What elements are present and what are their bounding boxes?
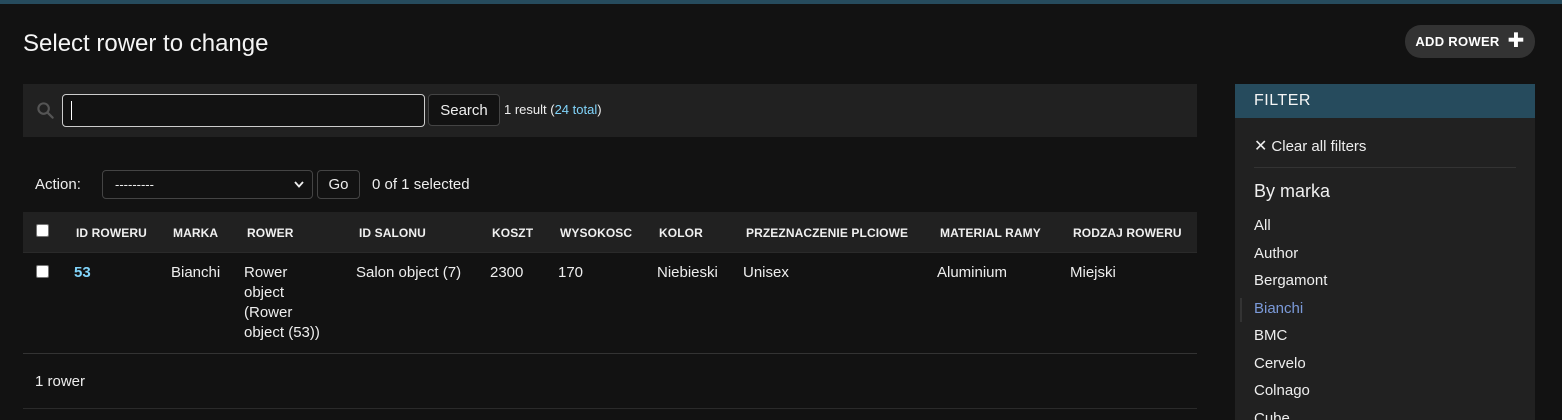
filter-option-cervelo[interactable]: Cervelo bbox=[1254, 354, 1327, 382]
add-rower-button[interactable]: ADD ROWER ✚ bbox=[1405, 25, 1535, 58]
action-label: Action: bbox=[35, 176, 81, 193]
add-rower-label: ADD ROWER bbox=[1415, 34, 1500, 49]
filter-option-bergamont[interactable]: Bergamont bbox=[1254, 271, 1327, 299]
row-id-link[interactable]: 53 bbox=[74, 263, 91, 283]
cell-przeznaczenie: Unisex bbox=[743, 264, 789, 281]
search-button[interactable]: Search bbox=[428, 94, 500, 126]
filter-option-all[interactable]: All bbox=[1254, 216, 1327, 244]
filter-option-cube[interactable]: Cube bbox=[1254, 409, 1327, 420]
column-header-material-ramy[interactable]: MATERIAL RAMY bbox=[940, 226, 1041, 240]
column-header-wysokosc[interactable]: WYSOKOSC bbox=[560, 226, 632, 240]
page-title: Select rower to change bbox=[23, 30, 269, 57]
search-toolbar: Search 1 result (24 total) bbox=[23, 84, 1197, 137]
column-header-id-roweru[interactable]: ID ROWERU bbox=[76, 226, 147, 240]
active-filter-marker bbox=[1240, 298, 1242, 322]
result-count: 1 rower bbox=[35, 373, 86, 390]
search-result-summary: 1 result (24 total) bbox=[504, 102, 602, 117]
close-icon: ✕ bbox=[1254, 138, 1268, 155]
column-header-rodzaj-roweru[interactable]: RODZAJ ROWERU bbox=[1073, 226, 1182, 240]
table-row: 53 Bianchi Rower object (Rower object (5… bbox=[23, 253, 1197, 354]
cell-kolor: Niebieski bbox=[657, 264, 718, 281]
column-header-id-salonu[interactable]: ID SALONU bbox=[359, 226, 426, 240]
column-header-przeznaczenie[interactable]: PRZEZNACZENIE PLCIOWE bbox=[746, 226, 908, 240]
filter-section-title: By marka bbox=[1254, 181, 1331, 201]
go-button[interactable]: Go bbox=[317, 170, 360, 199]
column-header-rower[interactable]: ROWER bbox=[247, 226, 294, 240]
divider bbox=[23, 408, 1197, 409]
filter-sidebar: FILTER ✕ Clear all filters By marka All … bbox=[1235, 84, 1535, 420]
cell-koszt: 2300 bbox=[490, 264, 524, 281]
show-all-link[interactable]: 24 total bbox=[555, 102, 598, 117]
column-header-kolor[interactable]: KOLOR bbox=[659, 226, 703, 240]
search-input[interactable] bbox=[62, 94, 425, 127]
filter-header: FILTER bbox=[1235, 84, 1535, 118]
row-checkbox[interactable] bbox=[36, 265, 49, 278]
select-all-checkbox[interactable] bbox=[36, 224, 49, 237]
selected-count: 0 of 1 selected bbox=[372, 176, 470, 193]
plus-icon: ✚ bbox=[1507, 29, 1525, 52]
cell-wysokosc: 170 bbox=[558, 264, 584, 281]
table-header: ID ROWERU MARKA ROWER ID SALONU KOSZT WY… bbox=[23, 212, 1197, 253]
filter-option-bmc[interactable]: BMC bbox=[1254, 326, 1327, 354]
clear-filters-link[interactable]: ✕ Clear all filters bbox=[1254, 136, 1366, 156]
column-header-koszt[interactable]: KOSZT bbox=[492, 226, 533, 240]
action-select-value: --------- bbox=[115, 177, 154, 192]
filter-options: All Author Bergamont Bianchi BMC Cervelo… bbox=[1254, 216, 1327, 420]
cell-rower: Rower object (Rower object (53)) bbox=[244, 264, 320, 341]
divider bbox=[1254, 167, 1516, 168]
chevron-down-icon bbox=[294, 181, 304, 188]
filter-option-bianchi[interactable]: Bianchi bbox=[1254, 299, 1327, 327]
clear-filters-label: Clear all filters bbox=[1271, 137, 1367, 155]
top-accent-bar bbox=[0, 0, 1562, 4]
cell-id-salonu: Salon object (7) bbox=[356, 264, 462, 281]
action-select[interactable]: --------- bbox=[102, 170, 313, 199]
filter-option-author[interactable]: Author bbox=[1254, 244, 1327, 272]
filter-option-colnago[interactable]: Colnago bbox=[1254, 381, 1327, 409]
cell-material-ramy: Aluminium bbox=[937, 264, 1008, 281]
cell-rodzaj-roweru: Miejski bbox=[1070, 264, 1116, 281]
text-caret bbox=[71, 101, 72, 120]
column-header-marka[interactable]: MARKA bbox=[173, 226, 218, 240]
cell-marka: Bianchi bbox=[171, 264, 221, 281]
search-icon bbox=[37, 102, 54, 119]
